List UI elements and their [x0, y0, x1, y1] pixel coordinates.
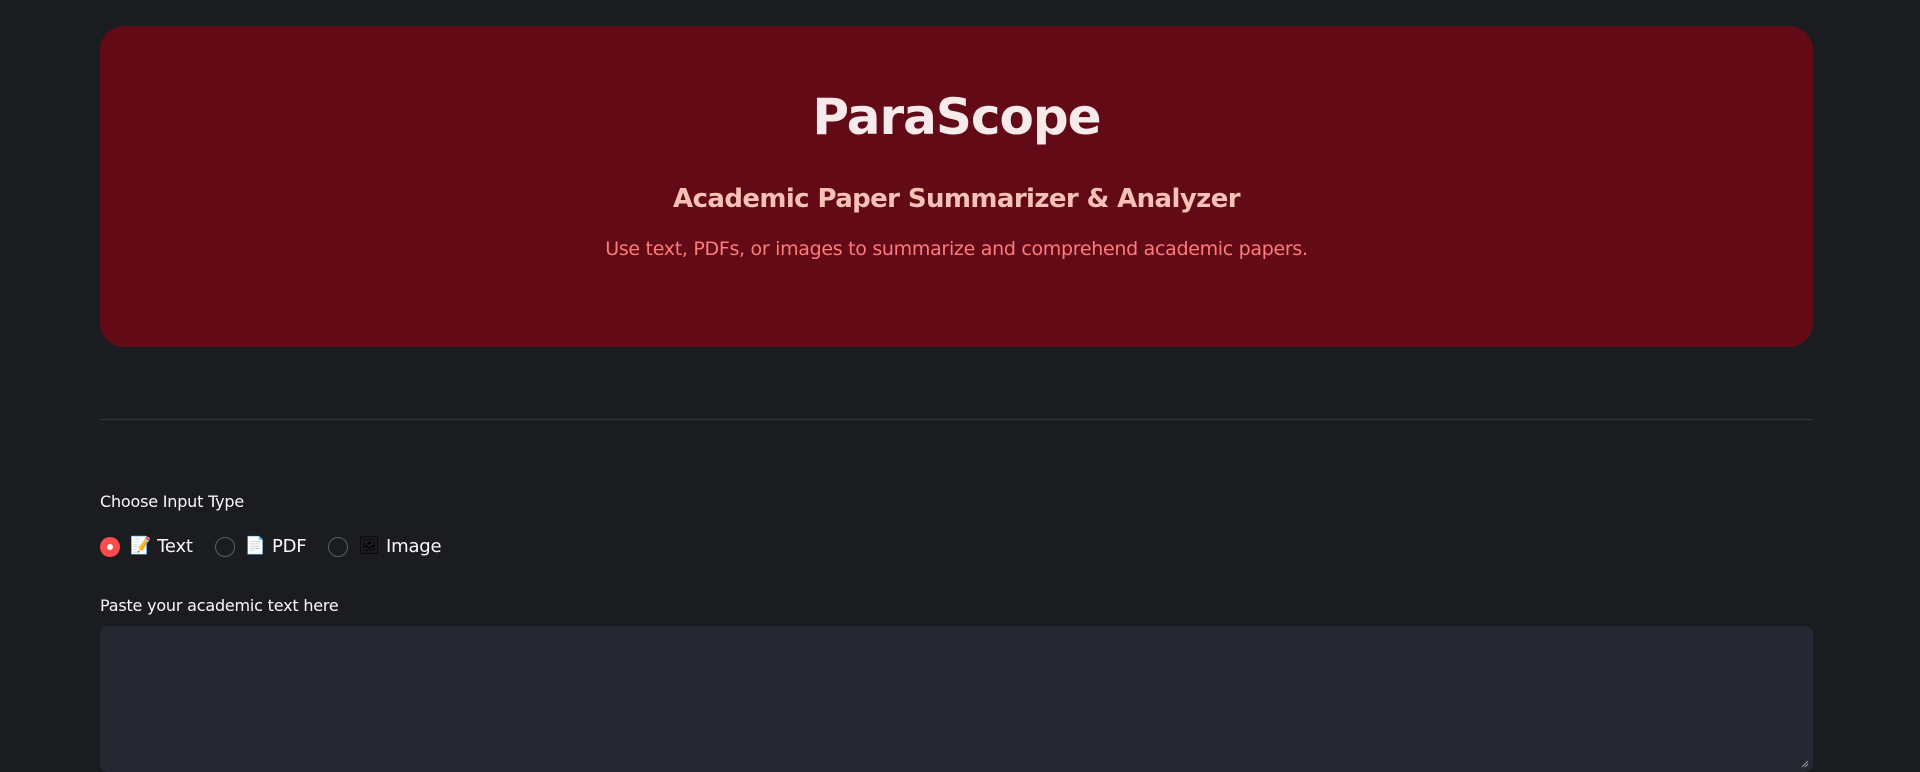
academic-text-input[interactable]: [100, 626, 1813, 772]
document-icon: 📄: [244, 536, 266, 556]
radio-button-text[interactable]: [100, 536, 120, 557]
memo-icon: 📝: [130, 536, 152, 556]
app-title: ParaScope: [812, 88, 1101, 146]
hero-banner: ParaScope Academic Paper Summarizer & An…: [100, 26, 1813, 347]
radio-option-pdf[interactable]: 📄 PDF: [214, 536, 307, 557]
radio-button-image[interactable]: [328, 536, 349, 557]
radio-label-pdf: PDF: [271, 536, 307, 557]
radio-button-pdf[interactable]: [214, 536, 235, 557]
divider: [100, 419, 1813, 420]
resize-handle-icon[interactable]: [1801, 760, 1809, 768]
radio-label-image: Image: [386, 536, 442, 557]
input-type-radio-group: 📝 Text 📄 PDF 🖼 Image: [100, 536, 463, 557]
framed-picture-icon: 🖼: [358, 536, 381, 556]
radio-option-image[interactable]: 🖼 Image: [328, 536, 442, 557]
input-type-label: Choose Input Type: [100, 492, 245, 511]
text-input-label: Paste your academic text here: [100, 596, 339, 615]
main-container: ParaScope Academic Paper Summarizer & An…: [100, 26, 1813, 772]
radio-option-text[interactable]: 📝 Text: [100, 536, 193, 557]
app-subtitle: Academic Paper Summarizer & Analyzer: [673, 184, 1241, 214]
app-description: Use text, PDFs, or images to summarize a…: [605, 238, 1308, 260]
radio-label-text: Text: [157, 536, 193, 557]
